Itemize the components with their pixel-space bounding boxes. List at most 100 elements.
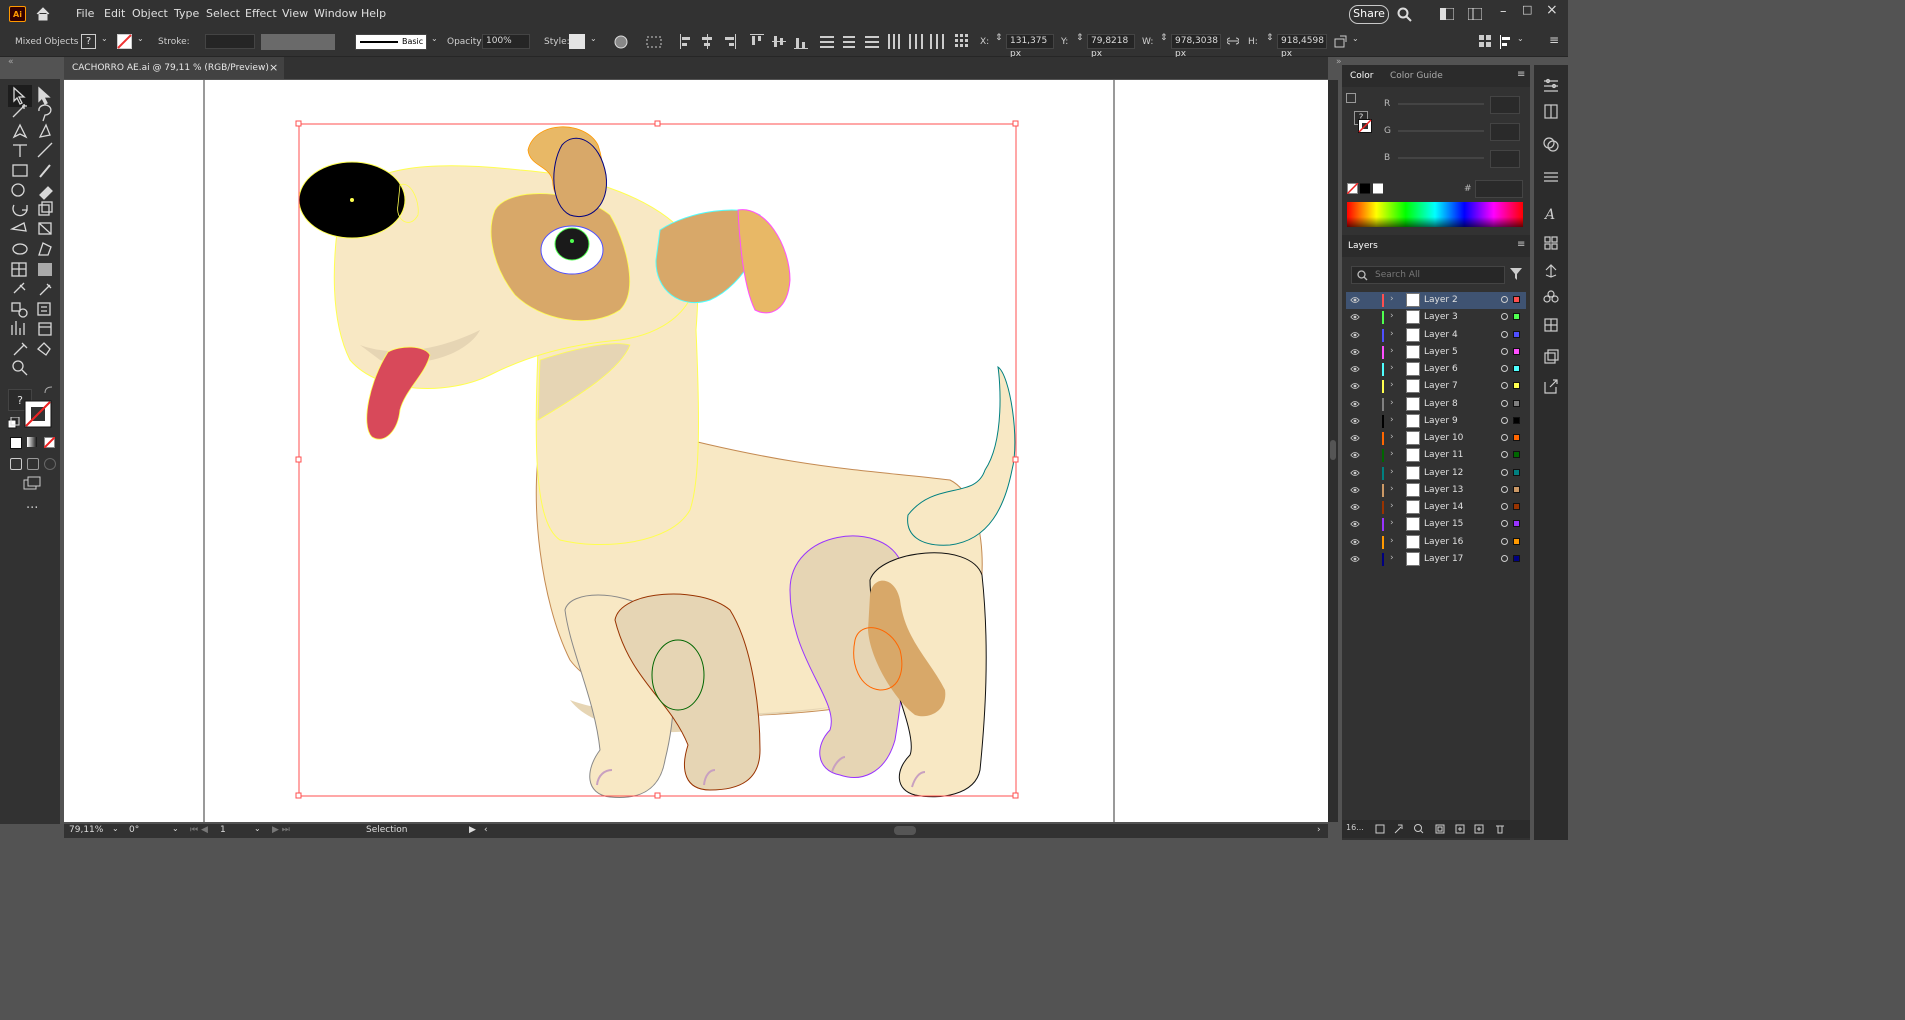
selection-color-swatch[interactable] <box>1513 365 1520 372</box>
vertical-scroll-thumb[interactable] <box>1330 440 1336 460</box>
selection-color-swatch[interactable] <box>1513 296 1520 303</box>
layer-name[interactable]: Layer 9 <box>1424 416 1458 426</box>
document-tab[interactable]: CACHORRO AE.ai @ 79,11 % (RGB/Preview) × <box>64 57 284 79</box>
layer-row[interactable]: › Layer 12 <box>1346 465 1526 482</box>
expand-chevron-icon[interactable]: › <box>1390 294 1394 304</box>
target-icon[interactable] <box>1501 365 1508 372</box>
layer-row[interactable]: › Layer 10 <box>1346 430 1526 447</box>
layer-name[interactable]: Layer 13 <box>1424 485 1463 495</box>
layer-name[interactable]: Layer 16 <box>1424 537 1463 547</box>
panel-icons[interactable]: A <box>1542 77 1560 397</box>
draw-inside-icon[interactable] <box>44 458 56 470</box>
target-icon[interactable] <box>1501 416 1508 424</box>
layer-name[interactable]: Layer 4 <box>1424 330 1458 340</box>
hex-field[interactable] <box>1475 180 1523 198</box>
eye-icon[interactable] <box>1350 416 1360 426</box>
layer-row[interactable]: › Layer 9 <box>1346 413 1526 430</box>
menu-edit[interactable]: Edit <box>104 7 125 20</box>
eye-icon[interactable] <box>1350 330 1360 340</box>
h-field[interactable]: 918,4598 px <box>1277 34 1327 59</box>
canvas[interactable] <box>64 80 1328 822</box>
selection-color-swatch[interactable] <box>1513 537 1520 545</box>
color-mode-icon[interactable] <box>10 437 22 449</box>
layer-name[interactable]: Layer 3 <box>1424 312 1458 322</box>
eye-icon[interactable] <box>1350 347 1360 357</box>
home-icon[interactable] <box>35 6 51 21</box>
layer-row[interactable]: › Layer 7 <box>1346 378 1526 395</box>
target-icon[interactable] <box>1501 520 1508 528</box>
expand-chevron-icon[interactable]: › <box>1390 398 1394 408</box>
tool-icons[interactable] <box>0 79 60 519</box>
none-mode-icon[interactable] <box>44 437 55 448</box>
collapse-panels-icon[interactable]: » <box>1336 57 1342 67</box>
target-icon[interactable] <box>1501 330 1508 338</box>
channel-r-slider[interactable] <box>1398 103 1484 105</box>
scroll-right-icon[interactable]: › <box>1317 825 1321 835</box>
h-stepper-icon[interactable]: ⇕ <box>1266 33 1274 43</box>
menu-object[interactable]: Object <box>132 7 168 20</box>
align-left-panel-icon[interactable] <box>1499 35 1513 49</box>
expand-chevron-icon[interactable]: › <box>1390 346 1394 356</box>
align-distribute-icons[interactable] <box>680 34 950 49</box>
filter-icon[interactable] <box>1510 268 1522 280</box>
share-button[interactable]: Share <box>1349 5 1389 24</box>
eye-icon[interactable] <box>1350 502 1360 512</box>
expand-chevron-icon[interactable]: › <box>1390 311 1394 321</box>
expand-chevron-icon[interactable]: › <box>1390 329 1394 339</box>
selection-color-swatch[interactable] <box>1513 434 1520 441</box>
layers-search-field[interactable]: Search All <box>1351 266 1505 284</box>
variable-width-profile[interactable] <box>261 34 335 50</box>
selection-color-swatch[interactable] <box>1513 416 1520 424</box>
target-icon[interactable] <box>1501 347 1508 355</box>
layer-name[interactable]: Layer 12 <box>1424 468 1463 478</box>
draw-behind-icon[interactable] <box>27 458 39 470</box>
layer-row[interactable]: › Layer 2 <box>1346 292 1526 309</box>
selection-color-swatch[interactable] <box>1513 347 1520 355</box>
layers-footer-icons[interactable] <box>1374 823 1524 835</box>
gradient-mode-icon[interactable] <box>27 437 37 447</box>
menu-effect[interactable]: Effect <box>245 7 277 20</box>
tab-color-guide[interactable]: Color Guide <box>1390 71 1443 81</box>
stroke-label[interactable]: Stroke: <box>158 37 190 47</box>
layers-panel-title[interactable]: Layers <box>1348 241 1378 251</box>
eye-icon[interactable] <box>1350 381 1360 391</box>
target-icon[interactable] <box>1501 554 1508 562</box>
chevron-down-icon[interactable]: ⌄ <box>254 824 261 833</box>
channel-g-field[interactable] <box>1490 123 1520 141</box>
menu-file[interactable]: File <box>76 7 94 20</box>
layer-row[interactable]: › Layer 17 <box>1346 551 1526 568</box>
layer-name[interactable]: Layer 6 <box>1424 364 1458 374</box>
draw-normal-icon[interactable] <box>10 458 22 470</box>
expand-chevron-icon[interactable]: › <box>1390 415 1394 425</box>
y-stepper-icon[interactable]: ⇕ <box>1076 33 1084 43</box>
arrange-documents-icon[interactable] <box>1468 8 1482 20</box>
eye-icon[interactable] <box>1350 312 1360 322</box>
target-icon[interactable] <box>1501 537 1508 545</box>
selection-color-swatch[interactable] <box>1513 485 1520 493</box>
reference-point-icon[interactable] <box>955 34 969 48</box>
layer-name[interactable]: Layer 5 <box>1424 347 1458 357</box>
target-icon[interactable] <box>1501 434 1508 441</box>
target-icon[interactable] <box>1501 451 1508 459</box>
selection-color-swatch[interactable] <box>1513 503 1520 510</box>
selection-color-swatch[interactable] <box>1513 330 1520 338</box>
eye-icon[interactable] <box>1350 433 1360 443</box>
panel-menu-icon[interactable]: ≡ <box>1517 69 1525 80</box>
chevron-down-icon[interactable]: ⌄ <box>172 824 179 833</box>
x-field[interactable]: 131,375 px <box>1006 34 1054 59</box>
target-icon[interactable] <box>1501 382 1508 390</box>
layer-name[interactable]: Layer 7 <box>1424 381 1458 391</box>
panel-menu-icon[interactable]: ≡ <box>1549 33 1559 47</box>
maximize-icon[interactable]: □ <box>1522 3 1532 16</box>
swap-fill-stroke-icon[interactable] <box>44 386 54 394</box>
stroke-weight-field[interactable] <box>205 34 255 49</box>
layer-row[interactable]: › Layer 14 <box>1346 499 1526 516</box>
edit-toolbar-icon[interactable]: ··· <box>26 501 38 516</box>
next-artboard-icon[interactable]: ▶ ⏭ <box>272 825 290 835</box>
x-stepper-icon[interactable]: ⇕ <box>995 33 1003 43</box>
expand-chevron-icon[interactable]: › <box>1390 484 1394 494</box>
eye-icon[interactable] <box>1350 295 1360 305</box>
chevron-down-icon[interactable]: ⌄ <box>1517 34 1524 43</box>
layer-row[interactable]: › Layer 8 <box>1346 396 1526 413</box>
selection-color-swatch[interactable] <box>1513 451 1520 459</box>
